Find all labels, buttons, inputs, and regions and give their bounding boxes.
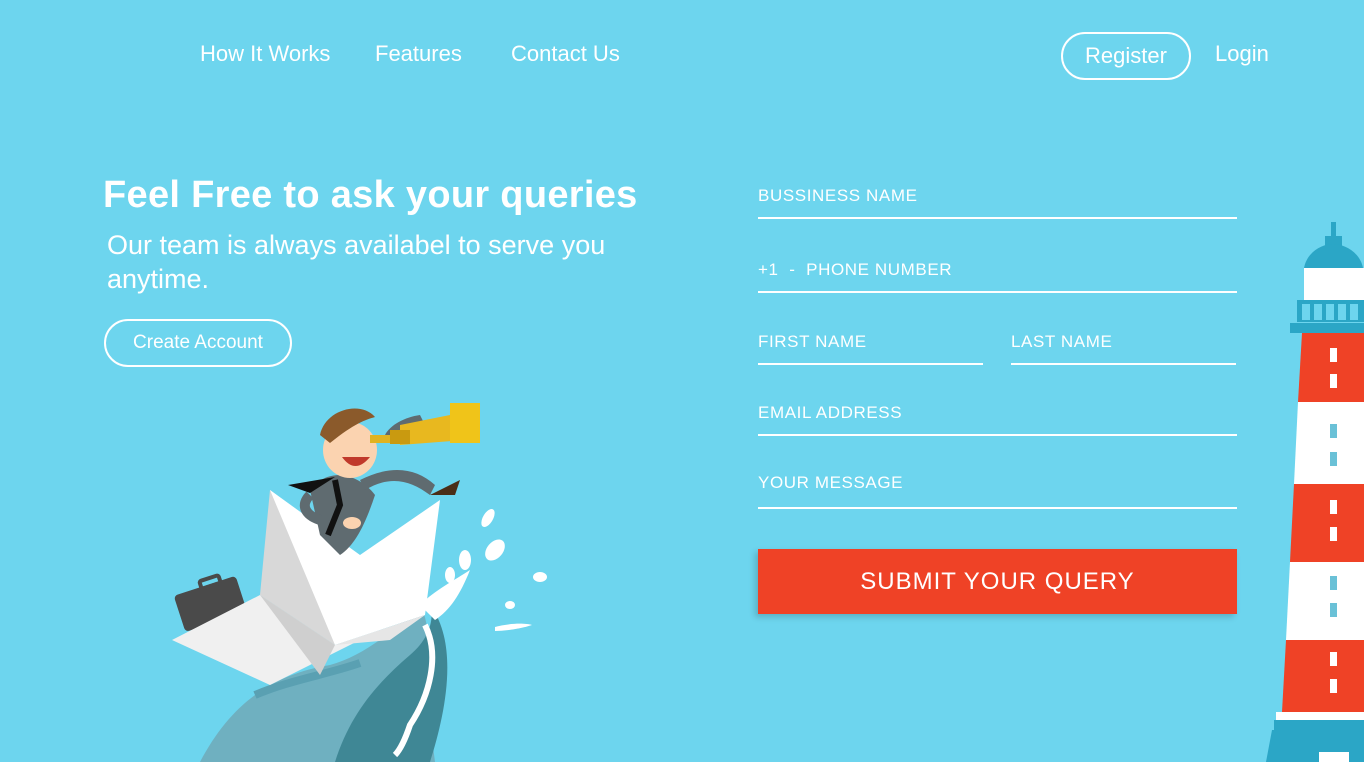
- page-subtitle: Our team is always availabel to serve yo…: [107, 230, 606, 294]
- first-name-field-wrapper: [758, 317, 983, 365]
- top-navigation: How It Works Features Contact Us Registe…: [0, 0, 1364, 110]
- businessman-telescope-illustration: [172, 403, 547, 762]
- business-name-field-wrapper: [758, 171, 1237, 219]
- register-button[interactable]: Register: [1061, 32, 1191, 80]
- email-input[interactable]: [758, 388, 1237, 434]
- create-account-button[interactable]: Create Account: [104, 319, 292, 367]
- submit-query-button[interactable]: SUBMIT YOUR QUERY: [758, 549, 1237, 614]
- page-title: Feel Free to ask your queries: [103, 174, 638, 216]
- message-input[interactable]: [758, 458, 1237, 507]
- business-name-input[interactable]: [758, 171, 1237, 217]
- message-field-wrapper: [758, 458, 1237, 509]
- nav-how-it-works[interactable]: How It Works: [200, 41, 330, 67]
- nav-features[interactable]: Features: [375, 41, 462, 67]
- last-name-field-wrapper: [1011, 317, 1236, 365]
- login-link[interactable]: Login: [1215, 41, 1269, 67]
- phone-number-input[interactable]: [758, 245, 1237, 291]
- phone-field-wrapper: [758, 245, 1237, 293]
- email-field-wrapper: [758, 388, 1237, 436]
- last-name-input[interactable]: [1011, 317, 1236, 363]
- lighthouse-icon: [1266, 222, 1364, 762]
- nav-contact-us[interactable]: Contact Us: [511, 41, 620, 67]
- first-name-input[interactable]: [758, 317, 983, 363]
